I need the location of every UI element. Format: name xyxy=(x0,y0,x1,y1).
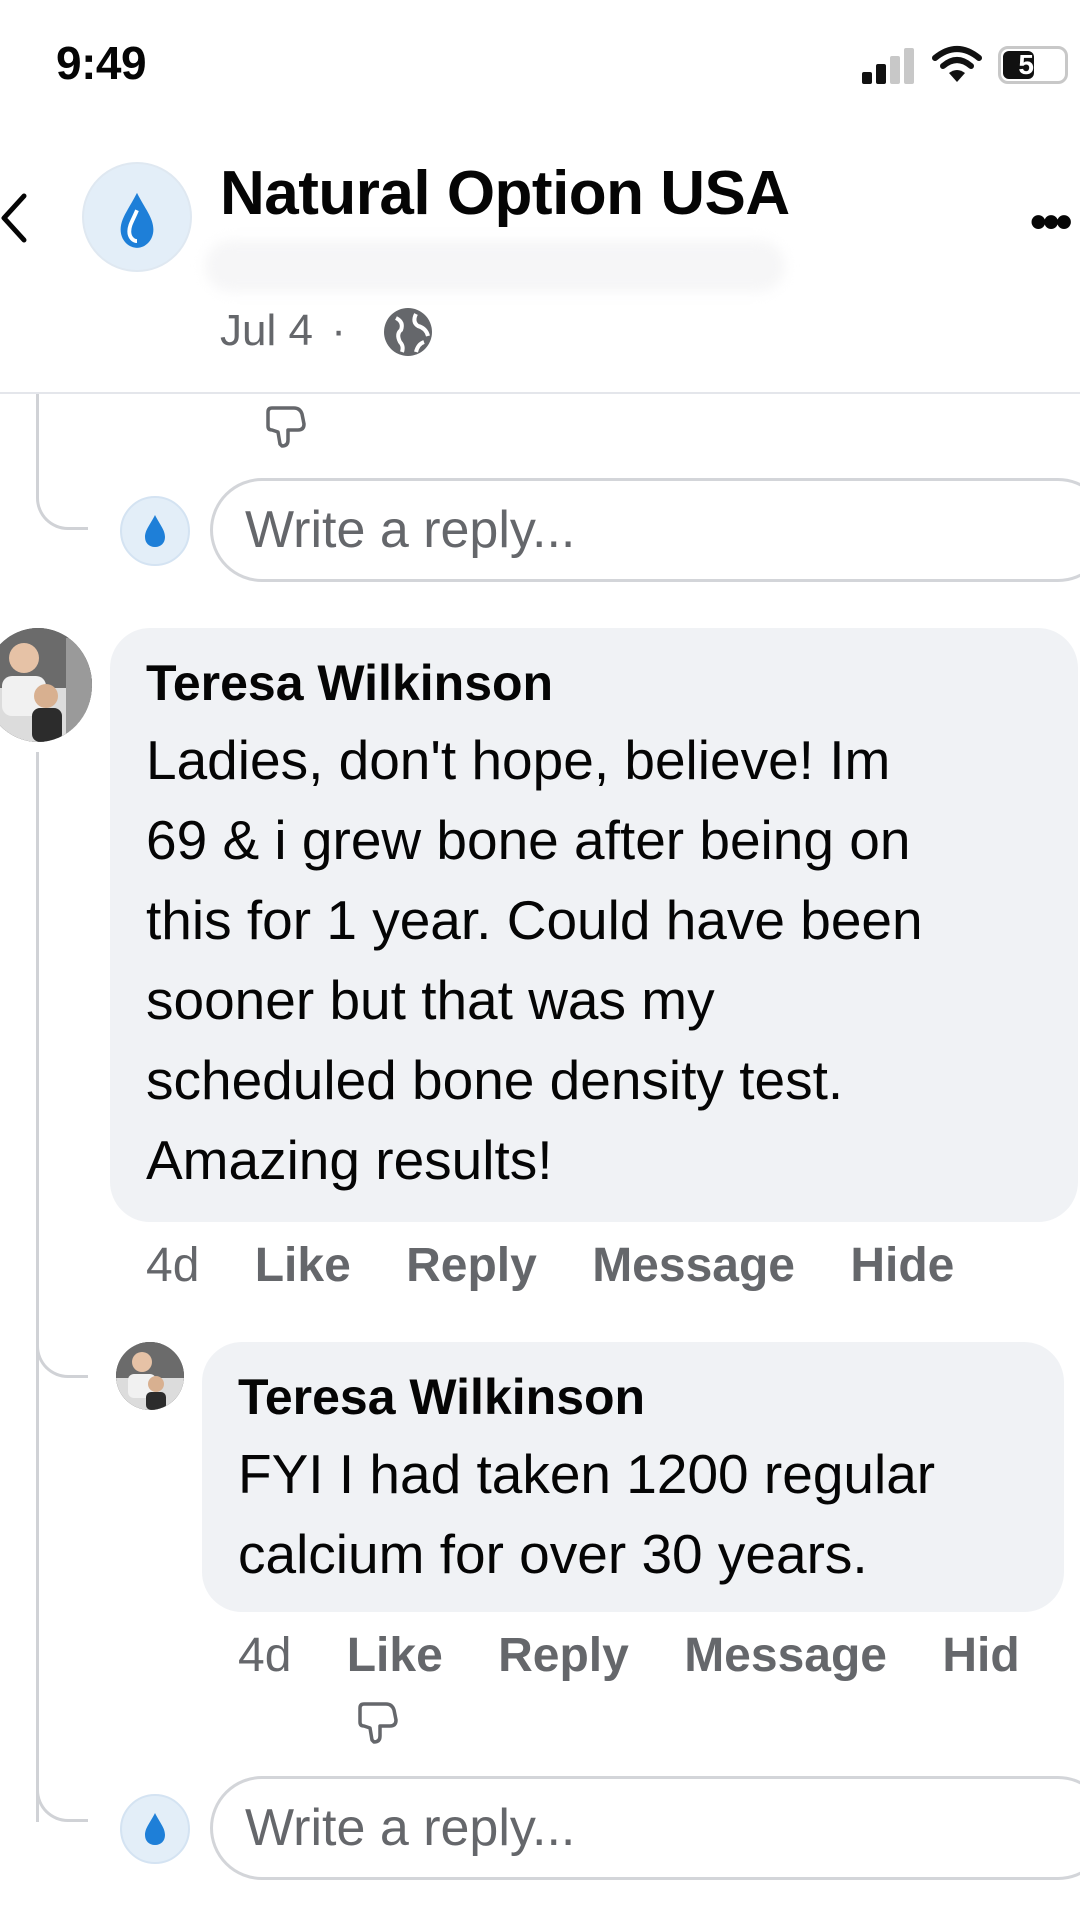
hide-button[interactable]: Hide xyxy=(850,1239,954,1292)
comment-time: 4d xyxy=(146,1239,200,1292)
reply-bubble: Teresa Wilkinson FYI I had taken 1200 re… xyxy=(202,1342,1064,1612)
header-divider xyxy=(0,392,1080,394)
reply-button[interactable]: Reply xyxy=(498,1629,629,1682)
comment-actions: 4d Like Reply Message Hide xyxy=(146,1238,996,1293)
more-icon[interactable]: ••• xyxy=(1030,195,1072,250)
reply-author[interactable]: Teresa Wilkinson xyxy=(238,1368,645,1426)
battery-icon: 52 xyxy=(998,46,1068,84)
photo-image xyxy=(116,1342,184,1410)
message-button[interactable]: Message xyxy=(592,1239,795,1292)
reply-button[interactable]: Reply xyxy=(406,1239,537,1292)
reply-input[interactable]: Write a reply... xyxy=(210,478,1080,582)
thumbs-down-icon[interactable] xyxy=(262,404,308,450)
water-drop-icon xyxy=(120,192,154,248)
thread-line xyxy=(36,752,39,1822)
photo-image xyxy=(0,628,92,742)
thumbs-down-icon[interactable] xyxy=(354,1700,400,1746)
signal-icon xyxy=(862,48,918,84)
blurred-subtitle xyxy=(205,240,785,292)
page-name[interactable]: Natural Option USA xyxy=(220,158,790,229)
comment-author[interactable]: Teresa Wilkinson xyxy=(146,654,553,712)
my-avatar xyxy=(120,1794,190,1864)
reply-text: FYI I had taken 1200 regular calcium for… xyxy=(238,1443,936,1585)
water-drop-icon xyxy=(145,1813,165,1845)
page-avatar[interactable] xyxy=(82,162,192,272)
water-drop-icon xyxy=(145,515,165,547)
thread-connector xyxy=(36,480,88,530)
thread-connector xyxy=(36,1330,88,1378)
thread-line xyxy=(36,394,39,484)
wifi-icon xyxy=(932,46,982,82)
message-button[interactable]: Message xyxy=(684,1629,887,1682)
reply-author-avatar[interactable] xyxy=(116,1342,184,1410)
hide-button[interactable]: Hid xyxy=(942,1629,1019,1682)
reply-time: 4d xyxy=(238,1629,292,1682)
like-button[interactable]: Like xyxy=(255,1239,351,1292)
post-date: Jul 4 · xyxy=(220,306,346,355)
status-time: 9:49 xyxy=(56,37,147,89)
commenter-avatar[interactable] xyxy=(0,628,92,742)
comment-bubble: Teresa Wilkinson Ladies, don't hope, bel… xyxy=(110,628,1078,1222)
battery-percent: 52 xyxy=(1018,49,1050,80)
my-avatar xyxy=(120,496,190,566)
globe-icon xyxy=(384,308,432,356)
comment-text: Ladies, don't hope, believe! Im 69 & i g… xyxy=(146,729,923,1191)
reply-input[interactable]: Write a reply... xyxy=(210,1776,1080,1880)
thread-connector xyxy=(36,1770,88,1822)
reply-actions: 4d Like Reply Message Hid xyxy=(238,1628,1062,1683)
chevron-left-icon[interactable] xyxy=(0,190,30,246)
like-button[interactable]: Like xyxy=(347,1629,443,1682)
